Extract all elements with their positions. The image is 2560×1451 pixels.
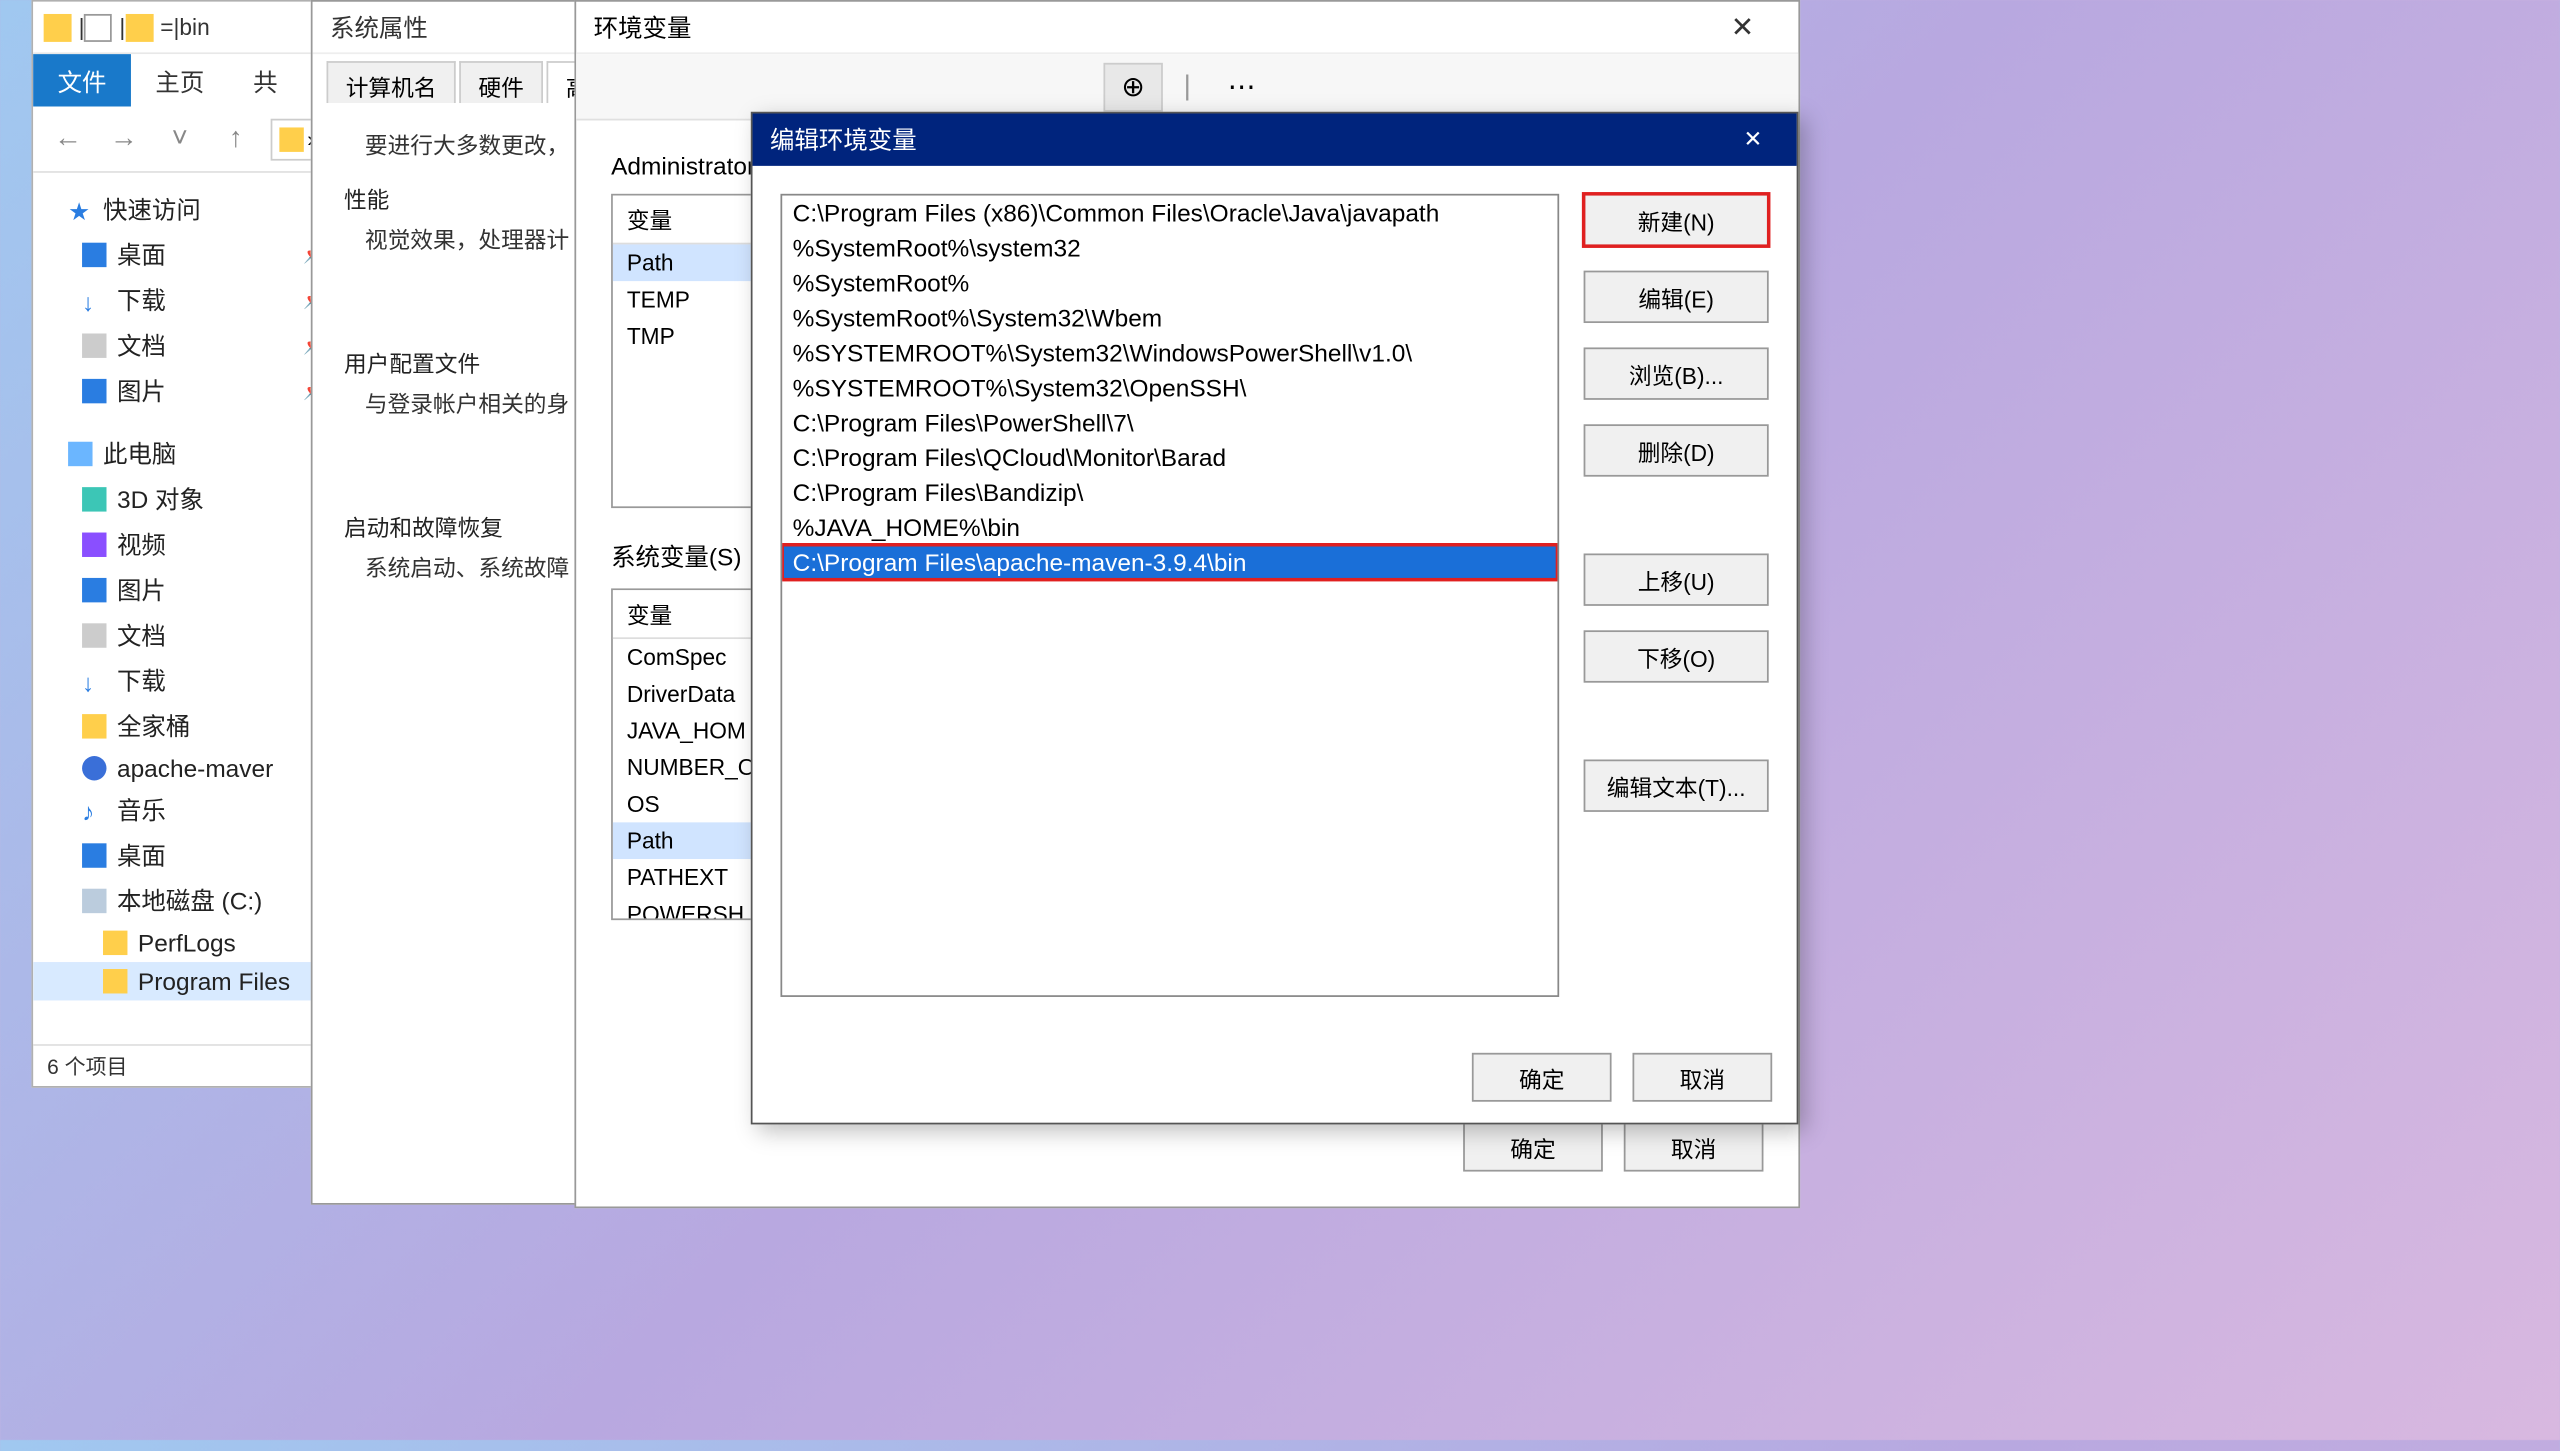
envvars-titlebar[interactable]: 环境变量 ✕	[576, 2, 1798, 54]
nav-fwd-icon[interactable]: →	[103, 118, 145, 160]
sidebar-this-pc[interactable]: 此电脑	[33, 431, 342, 476]
sidebar-item-desktop2[interactable]: 桌面	[33, 833, 342, 878]
desktop-icon	[82, 843, 106, 867]
cancel-button[interactable]: 取消	[1624, 1123, 1764, 1172]
path-entry[interactable]: C:\Program Files\Bandizip\	[782, 475, 1557, 510]
browse-button[interactable]: 浏览(B)...	[1584, 347, 1769, 399]
folder-icon	[103, 969, 127, 993]
sidebar-quick-access[interactable]: ★快速访问	[33, 187, 342, 232]
download-icon: ↓	[82, 288, 106, 312]
editdlg-titlebar[interactable]: 编辑环境变量 ✕	[753, 113, 1797, 165]
path-entry[interactable]: %SystemRoot%\system32	[782, 230, 1557, 265]
sidebar-item-perflogs[interactable]: PerfLogs	[33, 924, 342, 962]
move-down-button[interactable]: 下移(O)	[1584, 630, 1769, 682]
ribbon-tab-file[interactable]: 文件	[33, 54, 131, 106]
explorer-title-text: bin	[179, 14, 209, 40]
ok-button[interactable]: 确定	[1463, 1123, 1603, 1172]
nav-up-icon[interactable]: ↑	[215, 118, 257, 160]
edit-text-button[interactable]: 编辑文本(T)...	[1584, 760, 1769, 812]
editdlg-button-column: 新建(N) 编辑(E) 浏览(B)... 删除(D) 上移(U) 下移(O) 编…	[1584, 194, 1769, 997]
folder-icon	[125, 13, 153, 41]
sidebar-item-videos[interactable]: 视频	[33, 522, 342, 567]
path-entry[interactable]: %JAVA_HOME%\bin	[782, 510, 1557, 545]
nav-back-icon[interactable]: ←	[47, 118, 89, 160]
sidebar-item-folder1[interactable]: 全家桶	[33, 704, 342, 749]
path-entry[interactable]: C:\Program Files (x86)\Common Files\Orac…	[782, 196, 1557, 231]
sidebar-item-progfiles[interactable]: Program Files	[33, 962, 342, 1000]
sidebar-item-pictures2[interactable]: 图片	[33, 567, 342, 612]
ok-button[interactable]: 确定	[1472, 1053, 1612, 1102]
explorer-sidebar: ★快速访问 桌面📌 ↓下载📌 文档📌 图片📌 此电脑 3D 对象 视频 图片 文…	[33, 173, 344, 1044]
path-entry[interactable]: %SystemRoot%	[782, 265, 1557, 300]
new-button[interactable]: 新建(N)	[1584, 194, 1769, 246]
envvars-toolbar: ⊕ | ⋯	[576, 54, 1798, 120]
checkbox-icon	[84, 13, 112, 41]
document-icon	[82, 623, 106, 647]
sidebar-item-pictures[interactable]: 图片📌	[33, 368, 342, 413]
move-up-button[interactable]: 上移(U)	[1584, 553, 1769, 605]
folder-icon	[279, 127, 303, 151]
tab-computer-name[interactable]: 计算机名	[327, 61, 456, 103]
nav-recent-icon[interactable]: ˅	[159, 118, 201, 160]
sidebar-item-music[interactable]: ♪音乐	[33, 787, 342, 832]
folder-icon	[103, 931, 127, 955]
zoom-in-icon[interactable]: ⊕	[1103, 62, 1162, 111]
path-entry-selected[interactable]: C:\Program Files\apache-maven-3.9.4\bin	[782, 545, 1557, 580]
path-entry[interactable]: C:\Program Files\PowerShell\7\	[782, 405, 1557, 440]
ribbon-tab-home[interactable]: 主页	[131, 54, 229, 106]
pc-icon	[68, 442, 92, 466]
sidebar-item-maven[interactable]: apache-maver	[33, 749, 342, 787]
more-icon[interactable]: ⋯	[1212, 62, 1271, 111]
archive-icon	[82, 756, 106, 780]
sidebar-item-downloads[interactable]: ↓下载📌	[33, 278, 342, 323]
sidebar-item-3d[interactable]: 3D 对象	[33, 477, 342, 522]
cube-icon	[82, 487, 106, 511]
drive-icon	[82, 889, 106, 913]
path-entry[interactable]: %SYSTEMROOT%\System32\WindowsPowerShell\…	[782, 335, 1557, 370]
editdlg-bottom-buttons: 确定 取消	[1472, 1053, 1772, 1102]
folder-icon	[44, 13, 72, 41]
close-icon[interactable]: ✕	[1727, 119, 1779, 161]
close-icon[interactable]: ✕	[1704, 3, 1781, 52]
edit-env-var-dialog: 编辑环境变量 ✕ C:\Program Files (x86)\Common F…	[751, 112, 1799, 1125]
sidebar-item-drive-c[interactable]: 本地磁盘 (C:)	[33, 878, 342, 923]
document-icon	[82, 333, 106, 357]
ribbon-tab-share[interactable]: 共	[229, 54, 302, 106]
sidebar-item-documents[interactable]: 文档📌	[33, 323, 342, 368]
sidebar-item-downloads2[interactable]: ↓下载	[33, 658, 342, 703]
path-entry[interactable]: %SYSTEMROOT%\System32\OpenSSH\	[782, 370, 1557, 405]
edit-button[interactable]: 编辑(E)	[1584, 271, 1769, 323]
path-entry[interactable]: %SystemRoot%\System32\Wbem	[782, 300, 1557, 335]
tab-hardware[interactable]: 硬件	[459, 61, 543, 103]
picture-icon	[82, 379, 106, 403]
folder-icon	[82, 714, 106, 738]
cancel-button[interactable]: 取消	[1633, 1053, 1773, 1102]
music-icon: ♪	[82, 798, 106, 822]
sidebar-item-documents2[interactable]: 文档	[33, 613, 342, 658]
download-icon: ↓	[82, 669, 106, 693]
desktop-icon	[82, 243, 106, 267]
path-entries-list[interactable]: C:\Program Files (x86)\Common Files\Orac…	[780, 194, 1559, 997]
picture-icon	[82, 578, 106, 602]
path-entry[interactable]: C:\Program Files\QCloud\Monitor\Barad	[782, 440, 1557, 475]
video-icon	[82, 533, 106, 557]
star-icon: ★	[68, 197, 92, 221]
sidebar-item-desktop[interactable]: 桌面📌	[33, 232, 342, 277]
delete-button[interactable]: 删除(D)	[1584, 424, 1769, 476]
